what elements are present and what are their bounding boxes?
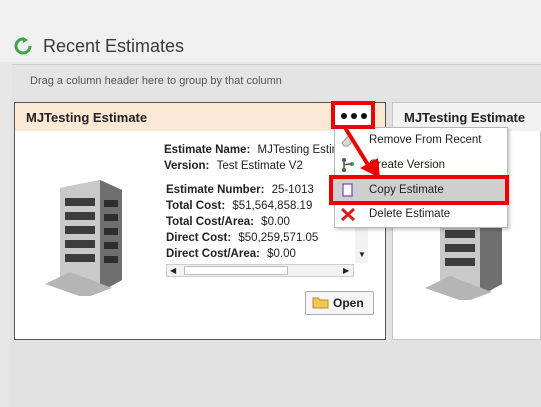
direct-cost-area-value: $0.00 — [267, 248, 296, 260]
version-label: Version: — [164, 160, 210, 172]
more-icon — [341, 113, 347, 119]
delete-icon — [340, 207, 356, 222]
scroll-right-icon[interactable]: ▶ — [343, 266, 349, 275]
estimate-number-label: Estimate Number: — [166, 184, 265, 196]
estimate-summary: Estimate Name: MJTesting Estimate Versio… — [164, 142, 339, 175]
menu-item-delete-estimate[interactable]: Delete Estimate — [369, 208, 450, 220]
total-cost-area-label: Total Cost/Area: — [166, 216, 254, 228]
estimate-name-label: Estimate Name: — [164, 144, 251, 156]
folder-icon — [312, 297, 329, 309]
total-cost-value: $51,564,858.19 — [232, 200, 313, 212]
total-cost-area-value: $0.00 — [261, 216, 290, 228]
version-value: Test Estimate V2 — [216, 160, 303, 172]
building-icon — [45, 180, 122, 296]
group-by-hint: Drag a column header here to group by th… — [30, 75, 282, 87]
direct-cost-value: $50,259,571.05 — [238, 232, 319, 244]
direct-cost-label: Direct Cost: — [166, 232, 232, 244]
estimate-number-value: 25-1013 — [271, 184, 314, 196]
scrollbar-thumb[interactable] — [184, 266, 288, 275]
estimate-card-title: MJTesting Estimate — [26, 110, 148, 125]
refresh-icon[interactable] — [14, 37, 32, 55]
page-title: Recent Estimates — [43, 36, 185, 56]
scroll-down-icon[interactable]: ▼ — [358, 250, 366, 259]
open-button-label: Open — [333, 296, 364, 310]
scroll-left-icon[interactable]: ◀ — [170, 266, 176, 275]
total-cost-label: Total Cost: — [166, 200, 226, 212]
estimate-card-title: MJTesting Estimate — [404, 110, 526, 125]
direct-cost-area-label: Direct Cost/Area: — [166, 248, 260, 260]
callout-arrow-icon — [342, 124, 380, 178]
estimate-name-value: MJTesting Estimate — [257, 144, 340, 156]
